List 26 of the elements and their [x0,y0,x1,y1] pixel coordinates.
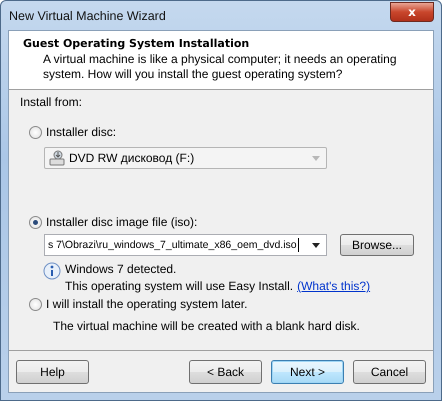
page-heading: Guest Operating System Installation [23,37,250,50]
radio-label: Installer disc: [46,125,116,139]
section-label: Install from: [20,95,84,109]
caret-icon [312,242,320,248]
drive-icon [49,150,65,166]
close-button[interactable]: x [390,2,434,22]
info-text: Windows 7 detected. [65,261,178,278]
caret-icon [312,156,320,160]
note-text: The virtual machine will be created with a blank hard disk. [53,319,361,333]
dialog-button[interactable]: Next > [271,360,344,384]
dialog-button[interactable]: < Back [189,360,262,384]
radio-label: Installer disc image file (iso): [46,215,198,229]
browse-button[interactable]: Browse... [340,234,414,256]
dropdown-value: DVD RW дисковод (F:) [69,151,196,165]
dialog-button[interactable]: Cancel [353,360,426,384]
iso-path-field[interactable]: s 7\Obrazi\ru_windows_7_ultimate_x86_oem_dvd.iso [44,234,327,256]
radio-label: I will install the operating system later. [46,297,248,311]
window-title: New Virtual Machine Wizard [8,8,166,22]
info-text: This operating system will use Easy Install. [65,278,294,295]
radio-button[interactable] [29,126,42,138]
page-description: A virtual machine is like a physical computer; it needs an operating system. How will you install the guest operating system? [42,52,398,82]
help-link[interactable]: (What's this?) [297,278,370,295]
info-icon [43,262,61,280]
dialog-button[interactable]: Help [16,360,89,384]
radio-button[interactable] [29,298,42,310]
radio-button[interactable] [29,216,42,228]
